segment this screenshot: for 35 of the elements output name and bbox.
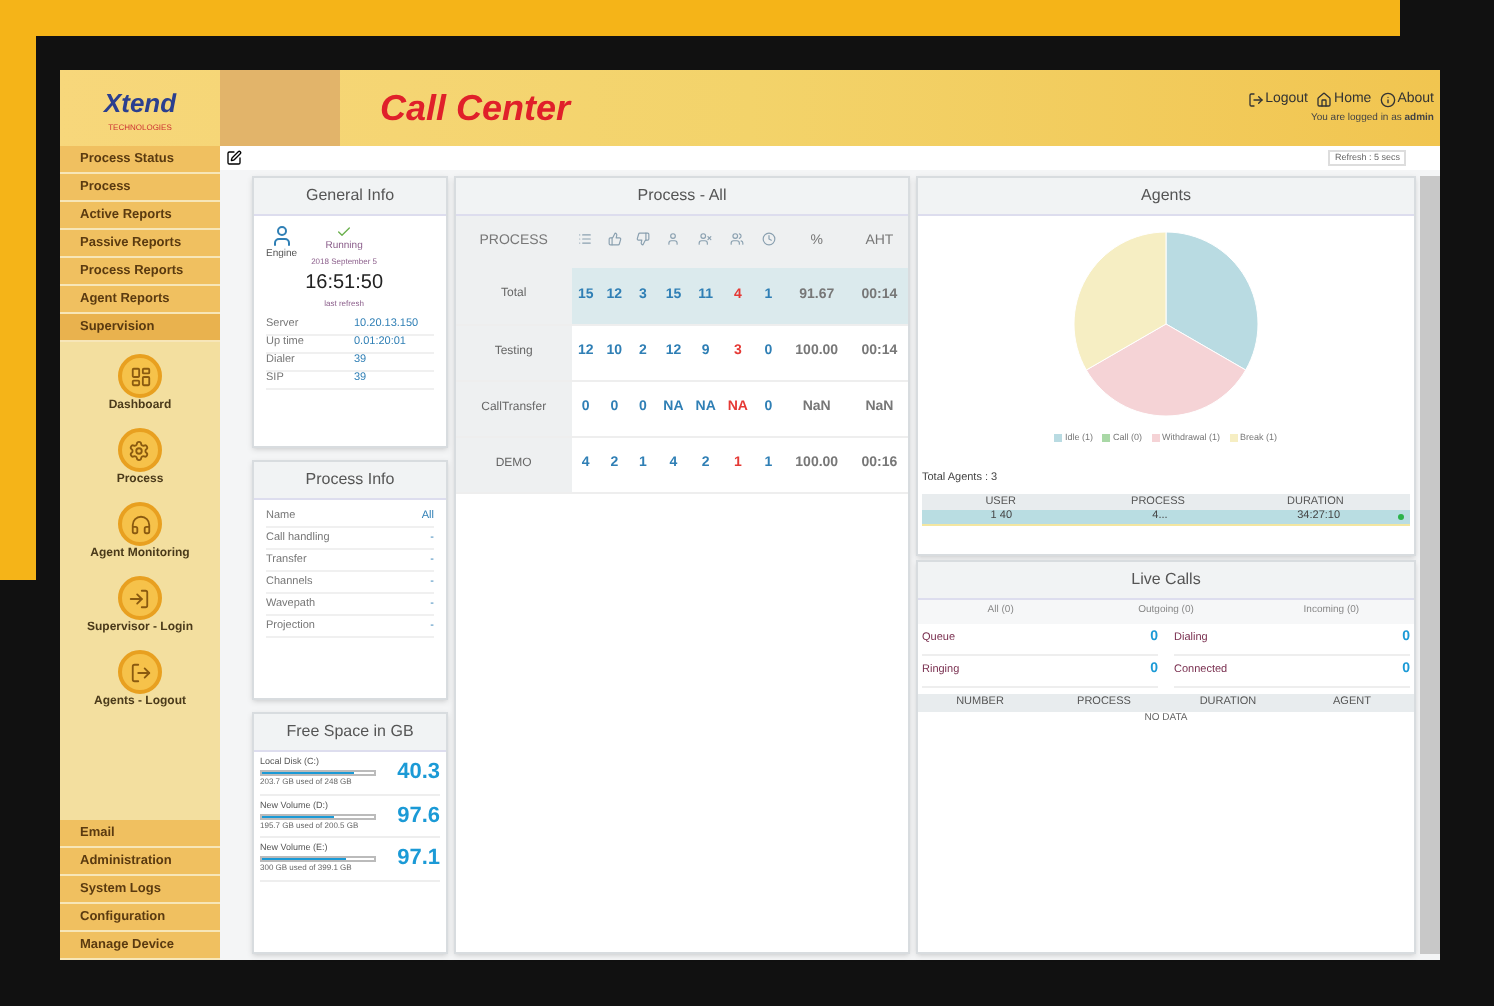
photo-placeholder [220,70,340,146]
panel-title: General Info [254,178,446,216]
logout-icon [1247,92,1264,109]
check-icon [336,224,353,240]
panel-title: Process - All [456,178,908,216]
menu-icon[interactable] [117,576,162,620]
home-icon [1316,92,1333,109]
column-icon [761,232,776,247]
menu-icon[interactable] [118,354,162,398]
app-title: Call Center [380,85,571,131]
clock-time: 16:51:50 [305,269,384,297]
column-icon [666,232,681,247]
legend-swatch [1230,434,1239,443]
panel-title: Process Info [254,462,446,500]
free-space-value: 97.6 [397,801,440,831]
panel-title: Live Calls [918,562,1414,600]
menu-icon[interactable] [117,428,162,472]
about-icon [1379,92,1396,109]
free-space-value: 97.1 [397,844,440,874]
panel-title: Agents [918,178,1414,216]
column-icon [578,232,593,247]
free-space-value: 40.3 [397,758,440,788]
menu-icon[interactable] [118,650,162,694]
edit-icon[interactable] [226,150,242,166]
engine-icon [269,224,294,248]
panel-title: Free Space in GB [254,714,446,752]
column-icon [730,232,745,247]
column-icon [698,232,713,247]
legend-swatch [1102,434,1111,443]
legend-swatch [1054,434,1063,443]
menu-icon[interactable] [118,502,162,546]
column-icon [636,232,650,247]
logo-text: Xtend [103,86,177,123]
column-icon [607,232,622,247]
legend-swatch [1152,434,1160,443]
